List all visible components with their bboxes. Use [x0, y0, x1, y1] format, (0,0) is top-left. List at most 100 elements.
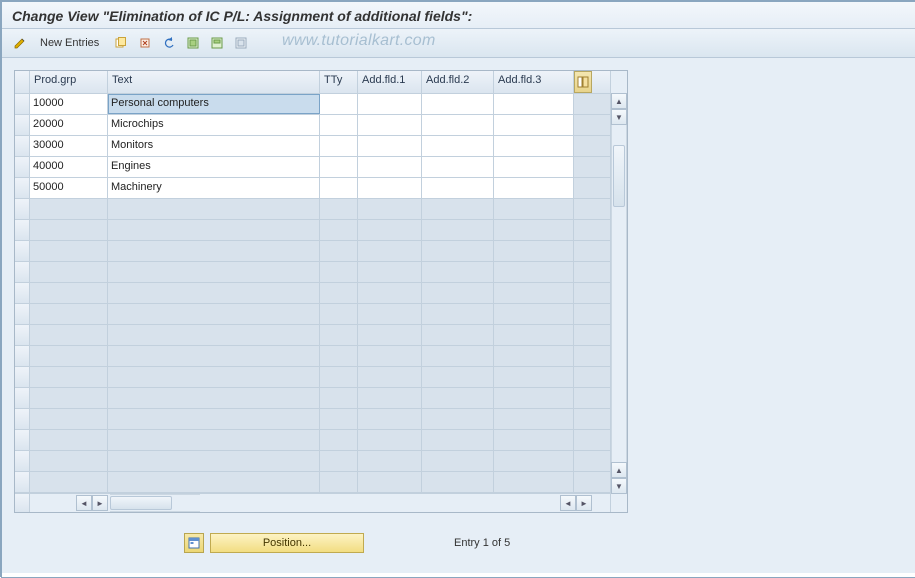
cell-text[interactable]: [108, 220, 320, 240]
select-block-icon[interactable]: [207, 33, 227, 53]
cell-add2[interactable]: [422, 94, 494, 114]
cell-prod_grp[interactable]: 20000: [30, 115, 108, 135]
cell-prod_grp[interactable]: 40000: [30, 157, 108, 177]
row-selector[interactable]: [15, 304, 30, 324]
cell-prod_grp[interactable]: [30, 283, 108, 303]
cell-add1[interactable]: [358, 304, 422, 324]
cell-add2[interactable]: [422, 115, 494, 135]
col-header-prod-grp[interactable]: Prod.grp: [30, 71, 108, 93]
cell-add1[interactable]: [358, 451, 422, 471]
select-all-icon[interactable]: [183, 33, 203, 53]
cell-text[interactable]: [108, 241, 320, 261]
table-settings-icon[interactable]: [574, 71, 592, 93]
col-header-text[interactable]: Text: [108, 71, 320, 93]
vscroll-line-down-button[interactable]: ▼: [611, 109, 627, 125]
row-selector[interactable]: [15, 451, 30, 471]
cell-text[interactable]: [108, 388, 320, 408]
cell-add1[interactable]: [358, 325, 422, 345]
cell-add2[interactable]: [422, 346, 494, 366]
cell-add3[interactable]: [494, 136, 574, 156]
cell-add1[interactable]: [358, 472, 422, 492]
hscroll-track-left[interactable]: [110, 494, 200, 512]
cell-tty[interactable]: [320, 346, 358, 366]
cell-prod_grp[interactable]: [30, 241, 108, 261]
cell-add3[interactable]: [494, 199, 574, 219]
cell-prod_grp[interactable]: [30, 325, 108, 345]
cell-tty[interactable]: [320, 325, 358, 345]
cell-tty[interactable]: [320, 262, 358, 282]
cell-add2[interactable]: [422, 388, 494, 408]
cell-prod_grp[interactable]: [30, 430, 108, 450]
cell-add2[interactable]: [422, 430, 494, 450]
row-selector[interactable]: [15, 178, 30, 198]
cell-text[interactable]: Microchips: [108, 115, 320, 135]
cell-text[interactable]: [108, 409, 320, 429]
position-icon[interactable]: [184, 533, 204, 553]
cell-prod_grp[interactable]: [30, 388, 108, 408]
cell-text[interactable]: [108, 199, 320, 219]
cell-add3[interactable]: [494, 283, 574, 303]
cell-tty[interactable]: [320, 430, 358, 450]
cell-add3[interactable]: [494, 430, 574, 450]
cell-tty[interactable]: [320, 409, 358, 429]
cell-tty[interactable]: [320, 367, 358, 387]
vscroll-page-up-button[interactable]: ▲: [611, 462, 627, 478]
row-selector[interactable]: [15, 157, 30, 177]
cell-add3[interactable]: [494, 472, 574, 492]
cell-add2[interactable]: [422, 220, 494, 240]
cell-tty[interactable]: [320, 199, 358, 219]
cell-add1[interactable]: [358, 388, 422, 408]
cell-add2[interactable]: [422, 262, 494, 282]
row-selector[interactable]: [15, 346, 30, 366]
cell-add1[interactable]: [358, 136, 422, 156]
hscroll-thumb-left[interactable]: [110, 496, 172, 510]
cell-tty[interactable]: [320, 178, 358, 198]
cell-add3[interactable]: [494, 115, 574, 135]
cell-add1[interactable]: [358, 283, 422, 303]
cell-add3[interactable]: [494, 409, 574, 429]
vscroll-track[interactable]: [611, 125, 627, 462]
cell-tty[interactable]: [320, 220, 358, 240]
cell-prod_grp[interactable]: [30, 199, 108, 219]
cell-text[interactable]: [108, 451, 320, 471]
cell-add2[interactable]: [422, 283, 494, 303]
cell-text[interactable]: [108, 472, 320, 492]
new-entries-button[interactable]: New Entries: [36, 35, 103, 51]
col-header-add2[interactable]: Add.fld.2: [422, 71, 494, 93]
select-all-rows-header[interactable]: [15, 71, 30, 93]
cell-add2[interactable]: [422, 325, 494, 345]
cell-add3[interactable]: [494, 304, 574, 324]
cell-add2[interactable]: [422, 472, 494, 492]
cell-add1[interactable]: [358, 346, 422, 366]
cell-add1[interactable]: [358, 157, 422, 177]
cell-add1[interactable]: [358, 430, 422, 450]
cell-text[interactable]: [108, 262, 320, 282]
delete-icon[interactable]: [135, 33, 155, 53]
cell-text[interactable]: [108, 283, 320, 303]
cell-prod_grp[interactable]: 10000: [30, 94, 108, 114]
cell-add3[interactable]: [494, 262, 574, 282]
cell-text[interactable]: [108, 304, 320, 324]
cell-tty[interactable]: [320, 115, 358, 135]
cell-tty[interactable]: [320, 388, 358, 408]
cell-tty[interactable]: [320, 472, 358, 492]
cell-add3[interactable]: [494, 157, 574, 177]
col-header-add1[interactable]: Add.fld.1: [358, 71, 422, 93]
row-selector[interactable]: [15, 136, 30, 156]
hscroll-right-button[interactable]: ►: [576, 495, 592, 511]
cell-add2[interactable]: [422, 199, 494, 219]
cell-prod_grp[interactable]: [30, 367, 108, 387]
cell-add2[interactable]: [422, 241, 494, 261]
cell-add1[interactable]: [358, 94, 422, 114]
row-selector[interactable]: [15, 283, 30, 303]
cell-text[interactable]: [108, 325, 320, 345]
cell-add3[interactable]: [494, 178, 574, 198]
cell-tty[interactable]: [320, 241, 358, 261]
cell-text[interactable]: Engines: [108, 157, 320, 177]
hscroll-col-left-button[interactable]: ◄: [76, 495, 92, 511]
cell-add2[interactable]: [422, 136, 494, 156]
cell-prod_grp[interactable]: [30, 451, 108, 471]
cell-text[interactable]: Monitors: [108, 136, 320, 156]
cell-add3[interactable]: [494, 388, 574, 408]
cell-tty[interactable]: [320, 157, 358, 177]
